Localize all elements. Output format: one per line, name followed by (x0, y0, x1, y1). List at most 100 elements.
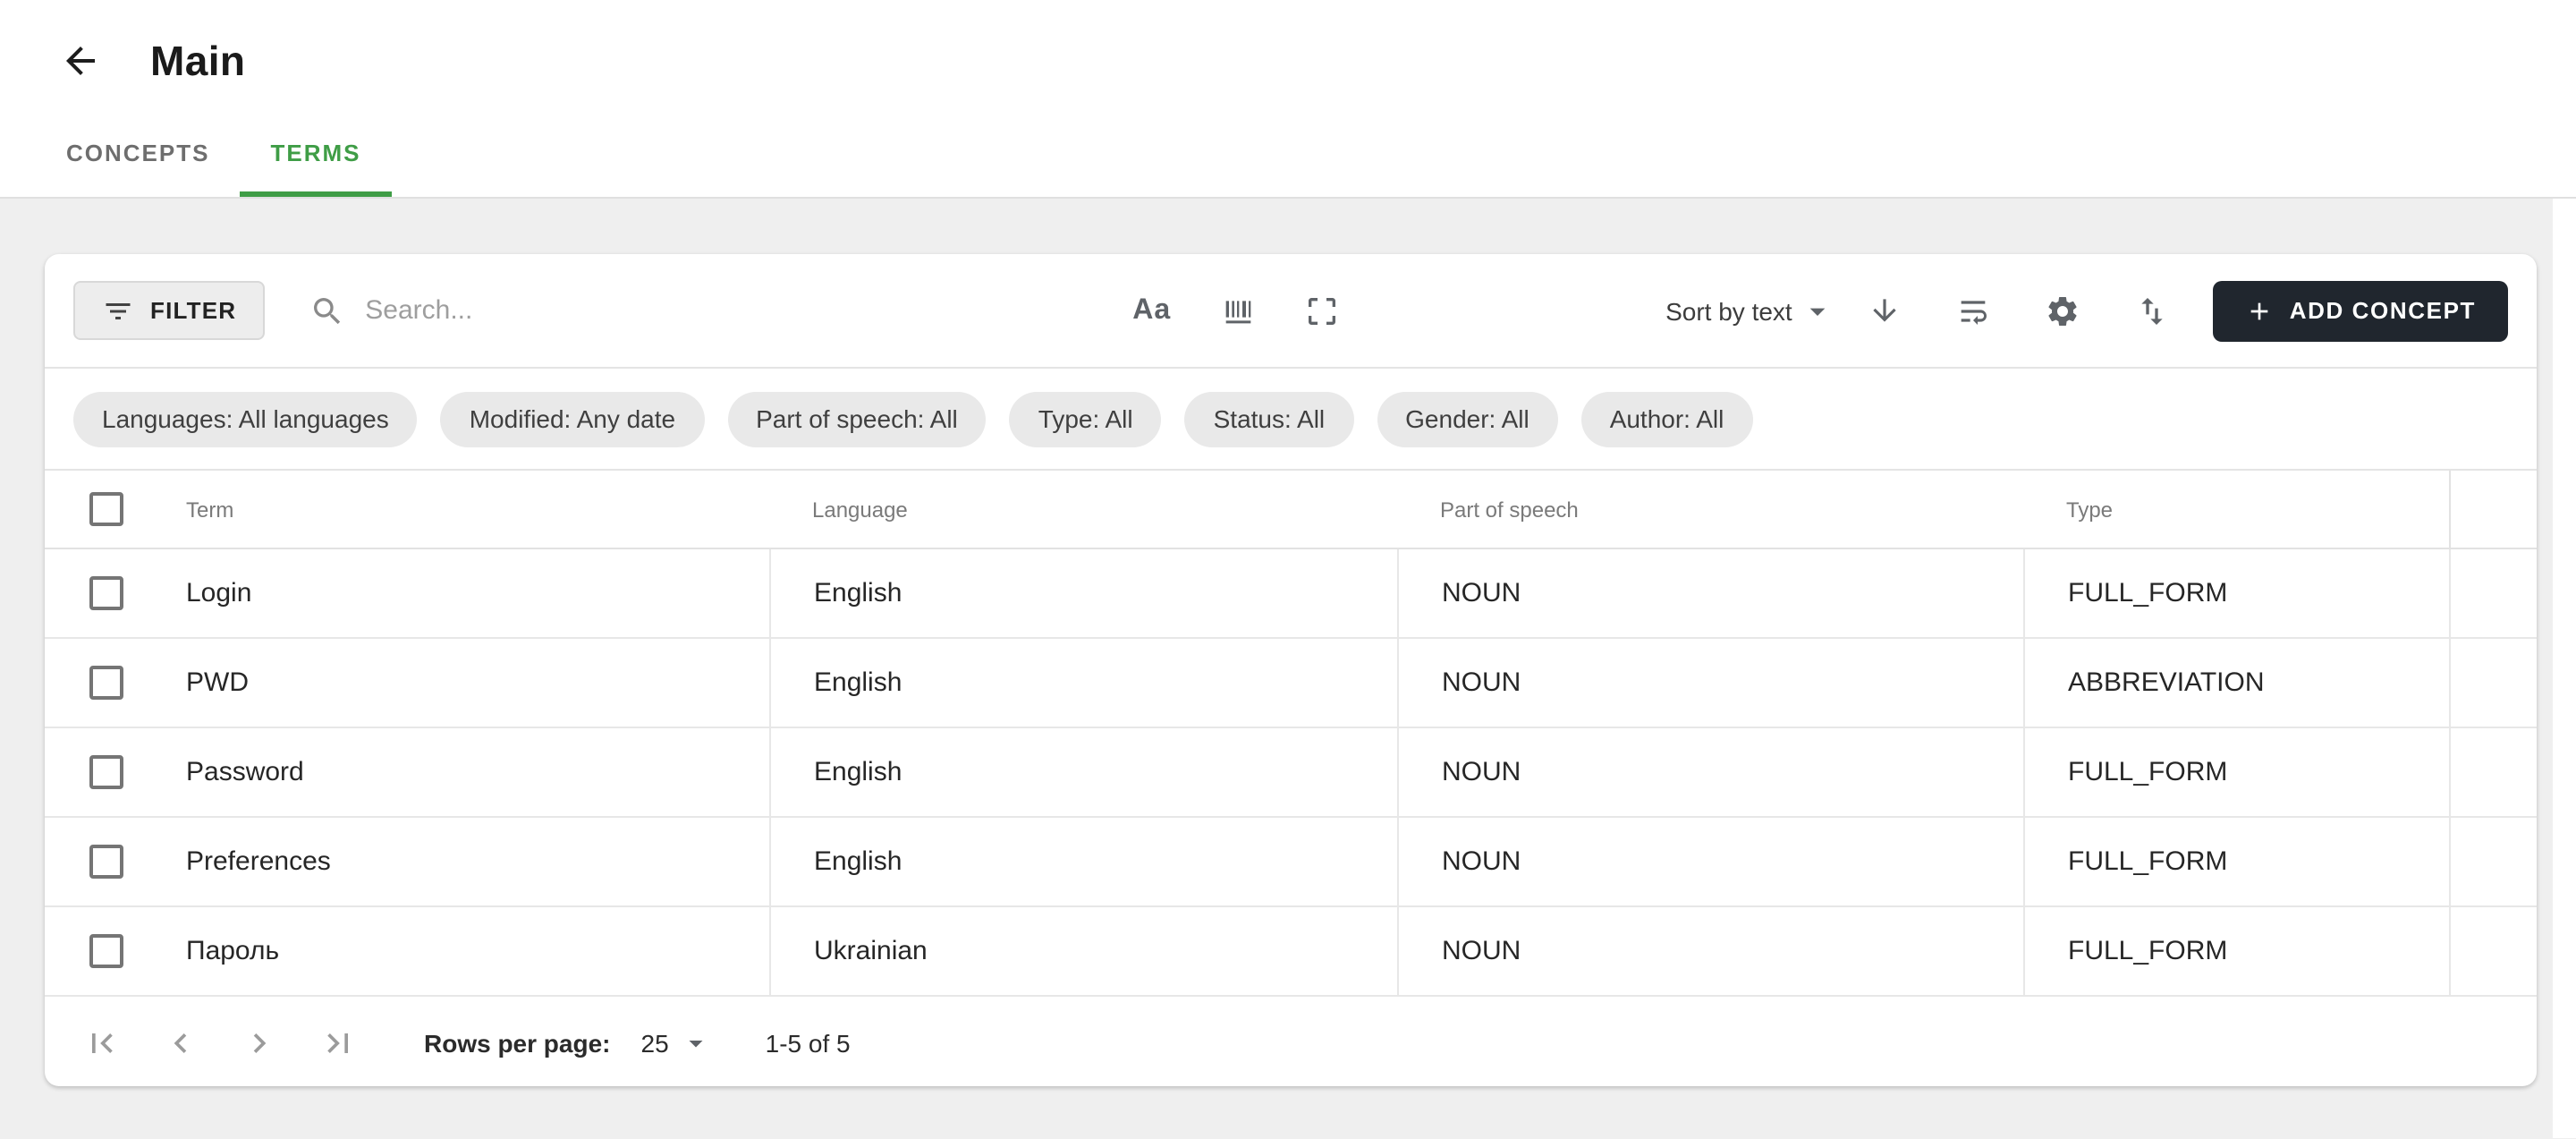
table-row[interactable]: Password English NOUN FULL_FORM (45, 728, 2537, 818)
column-header-type: Type (2023, 471, 2449, 548)
row-checkbox[interactable] (89, 755, 123, 789)
chip-status[interactable]: Status: All (1185, 391, 1354, 446)
previous-page-button[interactable] (148, 1010, 213, 1075)
toolbar-right-group: Sort by text (1665, 280, 2508, 341)
filter-list-icon (102, 294, 134, 327)
part-of-speech-cell: NOUN (1397, 639, 2023, 727)
terms-panel: FILTER Aa Sort by text (45, 254, 2537, 1086)
rows-per-page-label: Rows per page: (424, 1028, 611, 1057)
settings-button[interactable] (2045, 293, 2080, 328)
page-title: Main (150, 37, 245, 85)
language-cell: English (769, 549, 1397, 637)
import-export-button[interactable] (2134, 293, 2170, 328)
add-concept-label: ADD CONCEPT (2290, 297, 2476, 324)
search-input[interactable] (365, 295, 937, 326)
chip-author[interactable]: Author: All (1581, 391, 1753, 446)
filter-chips-row: Languages: All languages Modified: Any d… (45, 369, 2537, 471)
sort-by-dropdown[interactable]: Sort by text (1665, 293, 1835, 328)
term-cell: Preferences (186, 818, 769, 905)
part-of-speech-cell: NOUN (1397, 907, 2023, 995)
row-checkbox-cell (45, 549, 186, 637)
term-cell: Password (186, 728, 769, 816)
column-header-language: Language (769, 471, 1397, 548)
row-checkbox-cell (45, 639, 186, 727)
sort-by-label: Sort by text (1665, 296, 1792, 325)
dropdown-caret-icon (1800, 293, 1835, 328)
chip-gender[interactable]: Gender: All (1377, 391, 1558, 446)
term-cell: Пароль (186, 907, 769, 995)
type-cell: FULL_FORM (2023, 818, 2449, 905)
language-cell: English (769, 818, 1397, 905)
last-page-button[interactable] (306, 1010, 370, 1075)
gear-icon (2045, 293, 2080, 328)
match-case-icon[interactable]: Aa (1132, 294, 1171, 327)
search-icon (309, 293, 345, 328)
row-checkbox[interactable] (89, 845, 123, 879)
chevron-right-icon (240, 1023, 279, 1062)
rows-per-page-select[interactable]: 25 (641, 1026, 712, 1058)
row-end-cell (2449, 818, 2537, 905)
tab-terms[interactable]: TERMS (240, 115, 391, 197)
arrow-down-icon (1868, 293, 1902, 327)
table-row[interactable]: PWD English NOUN ABBREVIATION (45, 639, 2537, 728)
scrollbar-track[interactable] (2553, 199, 2576, 1137)
chip-type[interactable]: Type: All (1010, 391, 1162, 446)
row-end-cell (2449, 549, 2537, 637)
chip-part-of-speech[interactable]: Part of speech: All (727, 391, 987, 446)
plus-icon (2245, 296, 2274, 325)
column-header-part-of-speech: Part of speech (1397, 471, 2023, 548)
part-of-speech-cell: NOUN (1397, 728, 2023, 816)
table-row[interactable]: Preferences English NOUN FULL_FORM (45, 818, 2537, 907)
select-all-checkbox[interactable] (89, 492, 123, 526)
language-cell: Ukrainian (769, 907, 1397, 995)
rows-per-page-value: 25 (641, 1028, 669, 1057)
language-cell: English (769, 728, 1397, 816)
add-concept-button[interactable]: ADD CONCEPT (2213, 280, 2508, 341)
row-checkbox-cell (45, 728, 186, 816)
type-cell: FULL_FORM (2023, 728, 2449, 816)
dropdown-caret-icon (680, 1026, 712, 1058)
language-cell: English (769, 639, 1397, 727)
header-end-cell (2449, 471, 2537, 548)
part-of-speech-cell: NOUN (1397, 549, 2023, 637)
tab-bar: CONCEPTS TERMS (36, 115, 2576, 197)
barcode-icon[interactable] (1219, 293, 1255, 328)
header-checkbox-cell (45, 471, 186, 548)
sort-direction-button[interactable] (1868, 293, 1902, 327)
row-end-cell (2449, 907, 2537, 995)
next-page-button[interactable] (227, 1010, 292, 1075)
app-window: Main CONCEPTS TERMS FILTER Aa (0, 0, 2576, 1139)
part-of-speech-cell: NOUN (1397, 818, 2023, 905)
table-row[interactable]: Login English NOUN FULL_FORM (45, 549, 2537, 639)
wrap-text-button[interactable] (1955, 293, 1991, 328)
first-page-icon (82, 1023, 122, 1062)
row-checkbox[interactable] (89, 666, 123, 700)
pagination-range: 1-5 of 5 (766, 1028, 851, 1057)
toolbar: FILTER Aa Sort by text (45, 254, 2537, 369)
crop-free-icon[interactable] (1303, 293, 1339, 328)
term-cell: PWD (186, 639, 769, 727)
chip-languages[interactable]: Languages: All languages (73, 391, 418, 446)
search-box (309, 293, 989, 328)
pagination-bar: Rows per page: 25 1-5 of 5 (45, 997, 2537, 1086)
last-page-icon (318, 1023, 358, 1062)
filter-button[interactable]: FILTER (73, 281, 265, 340)
row-checkbox-cell (45, 818, 186, 905)
chip-modified[interactable]: Modified: Any date (441, 391, 704, 446)
search-option-icons: Aa (1132, 293, 1339, 328)
term-cell: Login (186, 549, 769, 637)
import-export-icon (2134, 293, 2170, 328)
tab-concepts[interactable]: CONCEPTS (36, 115, 240, 197)
first-page-button[interactable] (70, 1010, 134, 1075)
column-header-term: Term (186, 471, 769, 548)
row-checkbox[interactable] (89, 934, 123, 968)
row-checkbox[interactable] (89, 576, 123, 610)
row-end-cell (2449, 639, 2537, 727)
page-background: FILTER Aa Sort by text (0, 199, 2576, 1139)
table-row[interactable]: Пароль Ukrainian NOUN FULL_FORM (45, 907, 2537, 997)
filter-button-label: FILTER (150, 297, 236, 324)
type-cell: FULL_FORM (2023, 549, 2449, 637)
row-checkbox-cell (45, 907, 186, 995)
type-cell: ABBREVIATION (2023, 639, 2449, 727)
back-arrow-icon[interactable] (59, 39, 102, 82)
